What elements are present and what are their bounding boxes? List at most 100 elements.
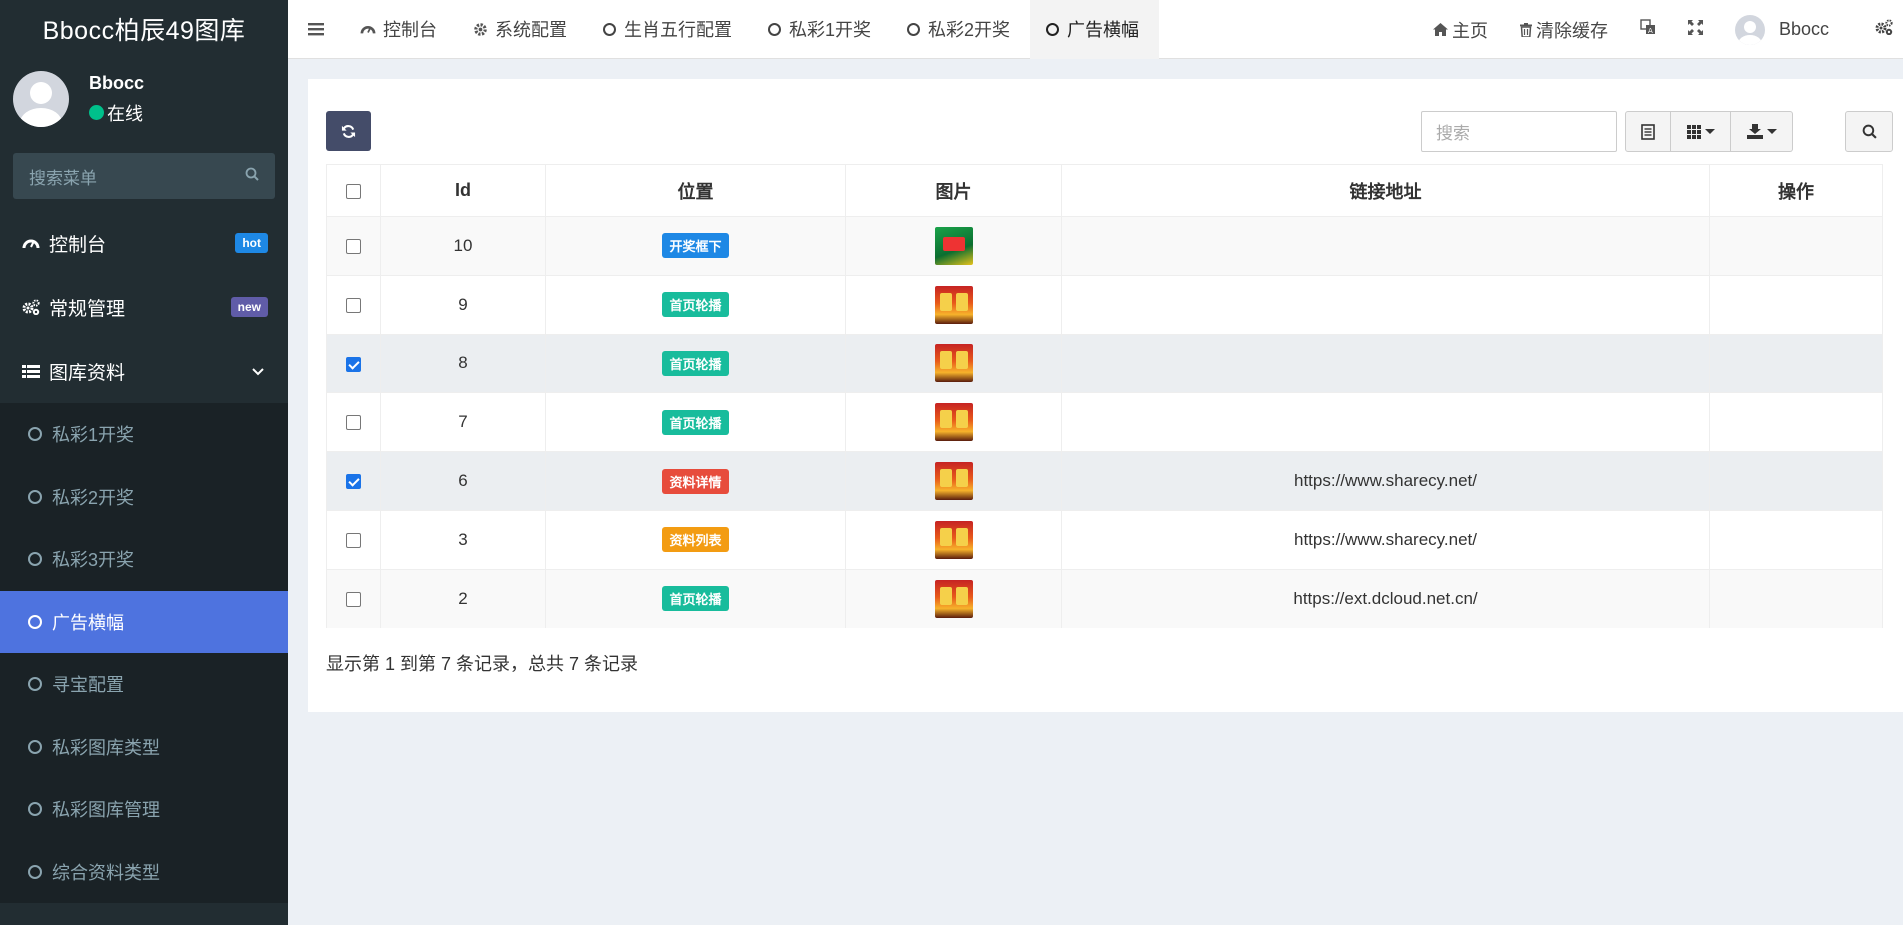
row-select-cell <box>326 216 381 276</box>
cogs-icon <box>22 299 42 315</box>
row-url <box>1061 274 1710 335</box>
row-checkbox[interactable] <box>346 532 361 548</box>
row-checkbox[interactable] <box>346 238 361 254</box>
refresh-button[interactable] <box>326 111 371 151</box>
sidebar-item-general[interactable]: 常规管理 new <box>0 275 288 339</box>
column-header-position[interactable]: 位置 <box>545 164 846 217</box>
table-row[interactable]: 6 资料详情 https://www.sharecy.net/ <box>326 451 1883 511</box>
refresh-icon <box>341 124 356 138</box>
search-icon[interactable] <box>245 166 259 186</box>
sidebar-subitem[interactable]: 私彩图库类型 <box>0 716 288 779</box>
banner-thumbnail[interactable] <box>934 462 973 501</box>
export-icon <box>1746 124 1763 139</box>
tab-zodiac-config[interactable]: 生肖五行配置 <box>587 0 752 59</box>
row-checkbox[interactable] <box>346 591 361 607</box>
clear-cache-button[interactable]: 清除缓存 <box>1504 0 1624 59</box>
tab-label: 系统配置 <box>495 20 567 40</box>
row-actions <box>1709 509 1883 570</box>
home-link[interactable]: 主页 <box>1417 0 1504 59</box>
app-logo[interactable]: Bbocc柏辰49图库 <box>0 0 288 57</box>
sidebar-subitem[interactable]: 私彩图库管理 <box>0 778 288 841</box>
banner-thumbnail[interactable] <box>934 403 973 442</box>
row-id: 6 <box>380 451 546 511</box>
table-row[interactable]: 8 首页轮播 <box>326 333 1883 393</box>
row-id: 2 <box>380 568 546 629</box>
table-options-group <box>1625 111 1793 152</box>
table-row[interactable]: 10 开奖框下 <box>326 216 1883 276</box>
banner-thumbnail[interactable] <box>934 344 973 383</box>
sidebar-item-label: 图库资料 <box>49 362 126 384</box>
sidebar-search-input[interactable]: 搜索菜单 <box>13 153 275 199</box>
table-row[interactable]: 3 资料列表 https://www.sharecy.net/ <box>326 509 1883 570</box>
table-search-input[interactable]: 搜索 <box>1421 111 1617 152</box>
user-status: 在线 <box>89 100 144 126</box>
row-image-cell <box>845 392 1062 452</box>
expand-icon <box>1687 19 1703 40</box>
sidebar-item-dashboard[interactable]: 控制台 hot <box>0 211 288 275</box>
menu-toggle-button[interactable] <box>288 0 344 59</box>
circle-icon <box>1046 22 1060 36</box>
tab-lottery2[interactable]: 私彩2开奖 <box>891 0 1030 59</box>
row-id: 9 <box>380 274 546 335</box>
row-checkbox[interactable] <box>346 474 361 490</box>
sidebar-subitem-label: 私彩1开奖 <box>52 425 135 446</box>
sidebar-subitem-active[interactable]: 广告横幅 <box>0 590 288 653</box>
navbar-right: 主页 清除缓存 A Bbocc <box>1417 0 1903 59</box>
sidebar-subitem-label: 私彩图库管理 <box>52 800 160 821</box>
row-actions <box>1709 216 1883 276</box>
tab-banner[interactable]: 广告横幅 <box>1030 0 1160 59</box>
tab-label: 生肖五行配置 <box>624 20 732 40</box>
sidebar-subitem[interactable]: 私彩1开奖 <box>0 403 288 466</box>
columns-button[interactable] <box>1671 111 1731 152</box>
position-badge: 首页轮播 <box>662 409 729 435</box>
sidebar-subitem-label: 综合资料类型 <box>52 862 160 883</box>
banner-thumbnail[interactable] <box>934 285 973 324</box>
row-actions <box>1709 392 1883 452</box>
user-panel: Bbocc 在线 <box>0 57 288 141</box>
fullscreen-button[interactable] <box>1672 0 1719 59</box>
language-button[interactable]: A <box>1624 0 1672 59</box>
column-header-image[interactable]: 图片 <box>845 164 1062 217</box>
row-checkbox[interactable] <box>346 297 361 313</box>
banner-thumbnail[interactable] <box>934 579 973 618</box>
caret-down-icon <box>1704 129 1715 134</box>
cogs-icon <box>1875 19 1893 40</box>
row-id: 7 <box>380 392 546 452</box>
settings-button[interactable] <box>1845 0 1903 59</box>
table-search-button[interactable] <box>1845 111 1893 152</box>
user-menu[interactable]: Bbocc <box>1719 0 1845 59</box>
circle-icon <box>28 864 42 879</box>
table-row[interactable]: 9 首页轮播 <box>326 274 1883 335</box>
banner-thumbnail[interactable] <box>934 520 973 559</box>
row-position-cell: 资料详情 <box>545 451 846 511</box>
table-row[interactable]: 7 首页轮播 <box>326 392 1883 452</box>
caret-down-icon <box>1766 129 1777 134</box>
sidebar-subitem[interactable]: 私彩2开奖 <box>0 466 288 529</box>
sidebar-subitem[interactable]: 私彩3开奖 <box>0 528 288 591</box>
row-position-cell: 首页轮播 <box>545 274 846 335</box>
table-header-row: Id 位置 图片 链接地址 操作 <box>326 164 1883 217</box>
row-image-cell <box>845 451 1062 511</box>
dashboard-icon <box>360 22 376 36</box>
export-button[interactable] <box>1731 111 1793 152</box>
table-search-placeholder: 搜索 <box>1436 124 1470 143</box>
chevron-down-icon <box>252 360 264 382</box>
row-checkbox[interactable] <box>346 415 361 431</box>
banner-thumbnail[interactable] <box>934 226 973 265</box>
sidebar-subitem[interactable]: 寻宝配置 <box>0 653 288 716</box>
tab-lottery1[interactable]: 私彩1开奖 <box>752 0 891 59</box>
row-select-cell <box>326 274 381 335</box>
select-all-checkbox[interactable] <box>346 183 361 199</box>
row-checkbox[interactable] <box>346 356 361 372</box>
tab-system-config[interactable]: 系统配置 <box>457 0 587 59</box>
toggle-view-button[interactable] <box>1625 111 1671 152</box>
sidebar-item-gallery[interactable]: 图库资料 <box>0 339 288 403</box>
sidebar-subitem[interactable]: 综合资料类型 <box>0 841 288 904</box>
row-id: 3 <box>380 509 546 570</box>
column-header-id[interactable]: Id <box>380 164 546 217</box>
sidebar-subitem-label: 私彩2开奖 <box>52 487 135 508</box>
gear-icon <box>473 22 488 37</box>
column-header-url[interactable]: 链接地址 <box>1061 164 1710 217</box>
table-row[interactable]: 2 首页轮播 https://ext.dcloud.net.cn/ <box>326 568 1883 629</box>
tab-dashboard[interactable]: 控制台 <box>344 0 457 59</box>
